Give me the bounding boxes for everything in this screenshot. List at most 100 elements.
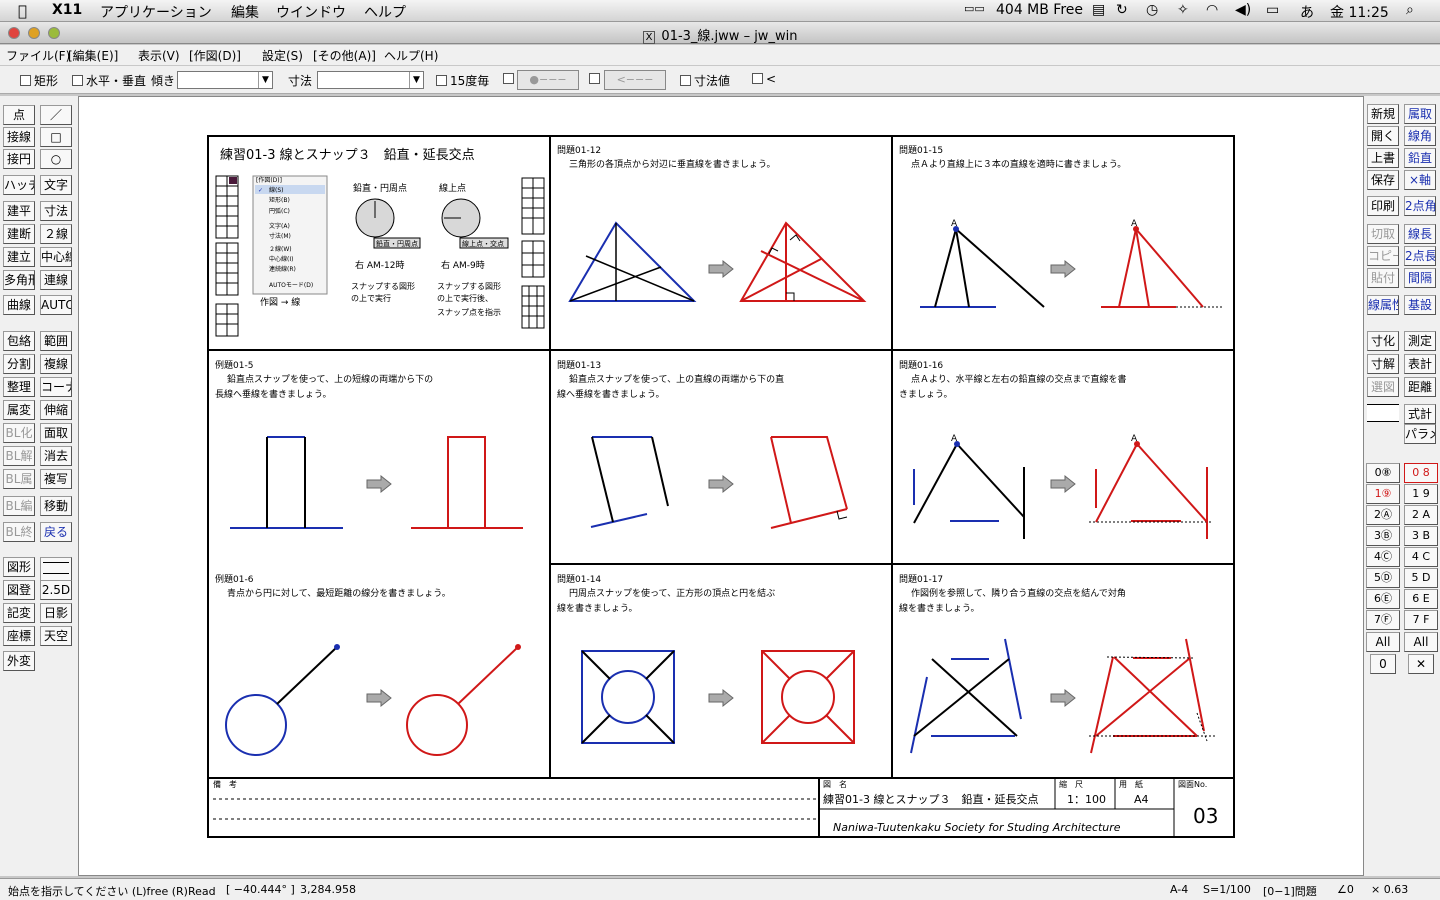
menu-edit[interactable]: 編集 bbox=[231, 2, 259, 22]
tool-文字[interactable]: 文字 bbox=[40, 175, 72, 195]
tool-BL終[interactable]: BL終 bbox=[3, 522, 35, 542]
tool-コピー[interactable]: コピー bbox=[1367, 246, 1399, 266]
deg15-option[interactable]: 15度毎 bbox=[436, 72, 489, 89]
dimval-option[interactable]: 寸法値 bbox=[680, 72, 730, 89]
tool-消去[interactable]: 消去 bbox=[40, 446, 72, 466]
tool-測定[interactable]: 測定 bbox=[1404, 331, 1436, 351]
tool-接円[interactable]: 接円 bbox=[3, 149, 35, 169]
layer-group-6[interactable]: 6Ⓔ bbox=[1366, 589, 1400, 609]
scale-button[interactable]: S=1/100 bbox=[1203, 883, 1251, 896]
tool-属変[interactable]: 属変 bbox=[3, 400, 35, 420]
sync-icon[interactable]: ↻ bbox=[1116, 2, 1128, 18]
tool-寸法[interactable]: 寸法 bbox=[40, 201, 72, 221]
timemachine-icon[interactable]: ◷ bbox=[1146, 2, 1158, 18]
layer-group-3[interactable]: 3Ⓑ bbox=[1366, 526, 1400, 546]
tool-座標[interactable]: 座標 bbox=[3, 626, 35, 646]
tool-複写[interactable]: 複写 bbox=[40, 469, 72, 489]
tool-多角形[interactable]: 多角形 bbox=[3, 270, 35, 290]
tool-寸化[interactable]: 寸化 bbox=[1367, 331, 1399, 351]
deg15-checkbox[interactable] bbox=[436, 75, 447, 86]
apple-icon[interactable]:  bbox=[18, 2, 27, 20]
tool-２線[interactable]: ２線 bbox=[40, 224, 72, 244]
tool-□[interactable]: □ bbox=[40, 127, 72, 147]
dim-select[interactable]: ▼ bbox=[317, 71, 424, 89]
tool-整理[interactable]: 整理 bbox=[3, 377, 35, 397]
layer-5[interactable]: 5 D bbox=[1404, 568, 1438, 588]
tool-外変[interactable]: 外変 bbox=[3, 651, 35, 671]
layer-group-0[interactable]: 0⑧ bbox=[1366, 463, 1400, 483]
app-menu[interactable]: X11 bbox=[52, 2, 82, 18]
spotlight-icon[interactable]: ⌕ bbox=[1406, 2, 1414, 18]
tool-包絡[interactable]: 包絡 bbox=[3, 331, 35, 351]
menu-other[interactable]: [その他(A)] bbox=[313, 47, 376, 64]
tool-伸縮[interactable]: 伸縮 bbox=[40, 400, 72, 420]
bluetooth-icon[interactable]: ✧ bbox=[1177, 2, 1189, 18]
layer-0[interactable]: 0 8 bbox=[1404, 463, 1438, 483]
tool-選図[interactable]: 選図 bbox=[1367, 377, 1399, 397]
tool-上書[interactable]: 上書 bbox=[1367, 148, 1399, 168]
tool-記変[interactable]: 記変 bbox=[3, 603, 35, 623]
point-line-button[interactable]: ●−−− bbox=[517, 70, 579, 90]
tool-面取[interactable]: 面取 bbox=[40, 423, 72, 443]
tool-保存[interactable]: 保存 bbox=[1367, 170, 1399, 190]
tilt-select[interactable]: ▼ bbox=[177, 71, 273, 89]
tool-移動[interactable]: 移動 bbox=[40, 496, 72, 516]
tool-2点角[interactable]: 2点角 bbox=[1404, 196, 1436, 216]
tool-建断[interactable]: 建断 bbox=[3, 224, 35, 244]
tool-BL属[interactable]: BL属 bbox=[3, 469, 35, 489]
tool-戻る[interactable]: 戻る bbox=[40, 522, 72, 542]
tool-線属性[interactable]: 線属性 bbox=[1367, 295, 1399, 315]
tool-新規[interactable]: 新規 bbox=[1367, 104, 1399, 124]
tool-印刷[interactable]: 印刷 bbox=[1367, 196, 1399, 216]
drawing-canvas[interactable]: 備 考 図 名 縮 尺 用 紙 図面No. 練習01-3 線とスナップ３ 鉛直・… bbox=[78, 96, 1364, 876]
tool-×軸[interactable]: ×軸 bbox=[1404, 170, 1436, 190]
ime-indicator[interactable]: あ bbox=[1300, 2, 1314, 22]
tool-図形[interactable]: 図形 bbox=[3, 557, 35, 577]
point-option[interactable] bbox=[503, 72, 517, 86]
battery-icon[interactable]: ▭ bbox=[1266, 2, 1279, 18]
tool-基設[interactable]: 基設 bbox=[1404, 295, 1436, 315]
menu-clock[interactable]: 金 11:25 bbox=[1330, 2, 1389, 22]
tool-線角[interactable]: 線角 bbox=[1404, 126, 1436, 146]
layer-group-5[interactable]: 5Ⓓ bbox=[1366, 568, 1400, 588]
layer-zero-button[interactable]: 0 bbox=[1370, 654, 1396, 674]
lt-option[interactable]: < bbox=[752, 72, 776, 86]
tool-建立[interactable]: 建立 bbox=[3, 247, 35, 267]
tool-図登[interactable]: 図登 bbox=[3, 580, 35, 600]
paper-size-button[interactable]: A-4 bbox=[1170, 883, 1188, 896]
menu-draw[interactable]: [作図(D)] bbox=[189, 47, 241, 64]
layer-group-all-button[interactable]: All bbox=[1366, 632, 1400, 652]
tool-線長[interactable]: 線長 bbox=[1404, 224, 1436, 244]
rect-option[interactable]: 矩形 bbox=[20, 72, 58, 89]
volume-icon[interactable]: ◀) bbox=[1235, 2, 1251, 18]
close-icon[interactable]: ✕ bbox=[1408, 654, 1434, 674]
hv-option[interactable]: 水平・垂直 bbox=[72, 72, 146, 89]
menu-applications[interactable]: アプリケーション bbox=[100, 2, 212, 22]
tool-2点長[interactable]: 2点長 bbox=[1404, 246, 1436, 266]
hv-checkbox[interactable] bbox=[72, 75, 83, 86]
point-checkbox[interactable] bbox=[503, 73, 514, 84]
tool-距離[interactable]: 距離 bbox=[1404, 377, 1436, 397]
arrow-checkbox[interactable] bbox=[589, 73, 600, 84]
layer-7[interactable]: 7 F bbox=[1404, 610, 1438, 630]
tool-鉛直[interactable]: 鉛直 bbox=[1404, 148, 1436, 168]
layer-2[interactable]: 2 A bbox=[1404, 505, 1438, 525]
rect-checkbox[interactable] bbox=[20, 75, 31, 86]
layer-group-1[interactable]: 1⑨ bbox=[1366, 484, 1400, 504]
menu-settings[interactable]: 設定(S) bbox=[262, 47, 303, 64]
tool-分割[interactable]: 分割 bbox=[3, 354, 35, 374]
tool-コーナー[interactable]: コーナー bbox=[40, 377, 72, 397]
tool-曲線[interactable]: 曲線 bbox=[3, 295, 35, 315]
tool-建平[interactable]: 建平 bbox=[3, 201, 35, 221]
tool-複線[interactable]: 複線 bbox=[40, 354, 72, 374]
menu-jw-help[interactable]: ヘルプ(H) bbox=[384, 47, 438, 64]
tool-BL解[interactable]: BL解 bbox=[3, 446, 35, 466]
tool-間隔[interactable]: 間隔 bbox=[1404, 268, 1436, 288]
tool-日影[interactable]: 日影 bbox=[40, 603, 72, 623]
layer-6[interactable]: 6 E bbox=[1404, 589, 1438, 609]
tool-寸解[interactable]: 寸解 bbox=[1367, 354, 1399, 374]
tool-式計[interactable]: 式計 bbox=[1404, 404, 1436, 424]
menu-view[interactable]: 表示(V) bbox=[138, 47, 180, 64]
linetype-preview[interactable] bbox=[40, 557, 72, 581]
menu-window[interactable]: ウインドウ bbox=[276, 2, 346, 22]
